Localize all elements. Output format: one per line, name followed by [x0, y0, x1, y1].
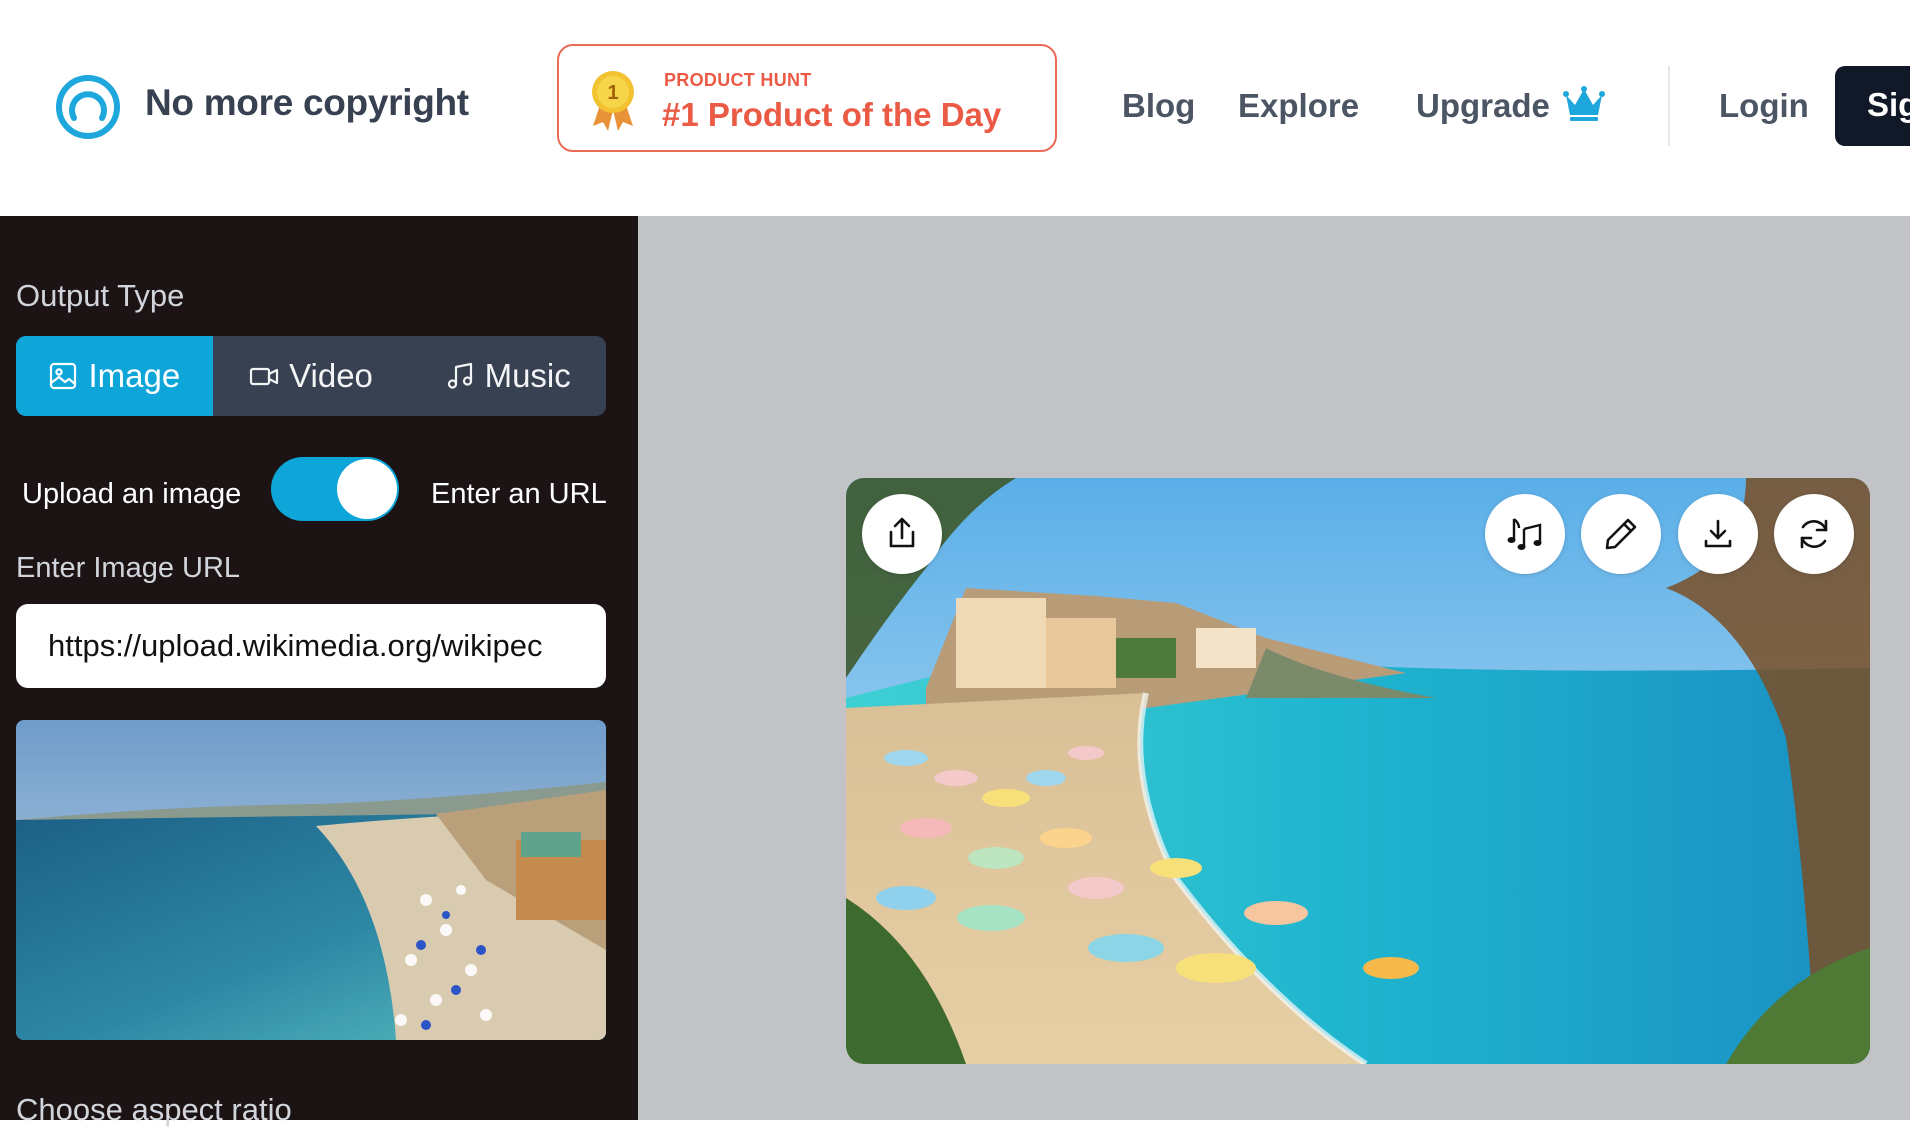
tab-music[interactable]: Music: [409, 336, 606, 416]
product-hunt-title: #1 Product of the Day: [662, 96, 1002, 133]
music-notes-icon: [1507, 518, 1542, 550]
image-url-label: Enter Image URL: [16, 552, 241, 584]
share-icon: [889, 517, 915, 548]
product-hunt-label: PRODUCT HUNT: [664, 70, 812, 90]
logo-icon[interactable]: [55, 74, 121, 140]
source-image-preview[interactable]: [16, 720, 606, 1040]
output-type-selector: Image Video Music: [16, 336, 606, 416]
nav-explore-link[interactable]: Explore: [1238, 87, 1359, 125]
video-icon: [249, 367, 279, 386]
nav-blog-link[interactable]: Blog: [1122, 87, 1195, 125]
tab-image-label: Image: [88, 357, 181, 394]
svg-text:1: 1: [607, 82, 618, 104]
enter-url-label: Enter an URL: [431, 478, 607, 510]
image-url-input[interactable]: [16, 604, 606, 688]
toggle-knob: [337, 459, 397, 519]
upload-image-label: Upload an image: [22, 478, 242, 510]
crown-icon[interactable]: [1563, 85, 1605, 123]
result-area: [638, 216, 1910, 1120]
pencil-icon: [1605, 518, 1637, 550]
aspect-ratio-label: Choose aspect ratio: [16, 1092, 292, 1127]
brand-name[interactable]: No more copyright: [145, 82, 469, 124]
tab-video-label: Video: [289, 357, 373, 394]
nav-upgrade-link[interactable]: Upgrade: [1416, 87, 1550, 125]
tab-video[interactable]: Video: [213, 336, 410, 416]
nav-login-link[interactable]: Login: [1719, 87, 1809, 125]
medal-icon: 1: [592, 71, 634, 131]
signup-button[interactable]: Sig: [1835, 66, 1910, 146]
tab-music-label: Music: [484, 357, 571, 394]
download-icon: [1704, 519, 1732, 548]
source-toggle[interactable]: [271, 457, 399, 521]
share-button[interactable]: [862, 494, 942, 574]
nav-divider: [1668, 66, 1670, 146]
image-icon: [50, 362, 77, 390]
add-music-button[interactable]: [1485, 494, 1565, 574]
product-hunt-badge[interactable]: 1 PRODUCT HUNT #1 Product of the Day: [557, 44, 1057, 152]
download-button[interactable]: [1678, 494, 1758, 574]
output-type-label: Output Type: [16, 278, 185, 313]
refresh-icon: [1800, 519, 1828, 549]
regenerate-button[interactable]: [1774, 494, 1854, 574]
top-header: No more copyright 1 PRODUCT HUNT #1 Prod…: [0, 0, 1910, 216]
edit-button[interactable]: [1581, 494, 1661, 574]
tab-image[interactable]: Image: [16, 336, 213, 416]
music-icon: [447, 362, 472, 389]
settings-sidebar: Output Type Image Video Music Upload an …: [0, 216, 638, 1127]
